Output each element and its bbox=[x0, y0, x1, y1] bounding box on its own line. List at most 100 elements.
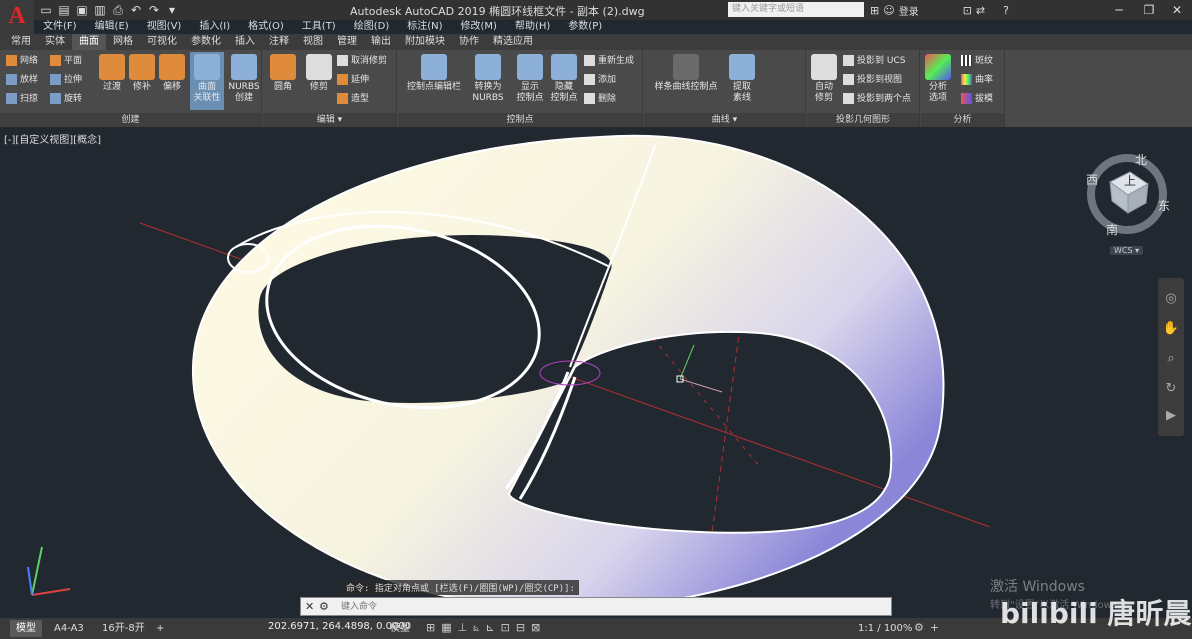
viewport-label[interactable]: [-][自定义视图][概念] bbox=[4, 131, 101, 146]
sweep-button[interactable]: 扫掠 bbox=[6, 92, 38, 106]
offset-button[interactable]: 偏移 bbox=[152, 52, 192, 93]
tab-output[interactable]: 输出 bbox=[364, 34, 398, 50]
tab-surface[interactable]: 曲面 bbox=[72, 34, 106, 50]
nurbs-create-button[interactable]: NURBS 创建 bbox=[224, 52, 264, 104]
viewcube-top-label[interactable]: 上 bbox=[1124, 172, 1136, 189]
tab-manage[interactable]: 管理 bbox=[330, 34, 364, 50]
viewcube-north-label[interactable]: 北 bbox=[1135, 151, 1147, 168]
drawing-viewport[interactable]: [-][自定义视图][概念] 上 北 南 东 西 WCS ▾ ◎ ✋ ⌕ ↻ ▶ bbox=[0, 127, 1192, 623]
add-cv-button[interactable]: 添加 bbox=[584, 73, 616, 87]
restore-button[interactable]: ❐ bbox=[1134, 0, 1164, 20]
curvature-button[interactable]: 曲率 bbox=[961, 73, 993, 87]
save-as-icon[interactable]: ▥ bbox=[92, 2, 108, 18]
project-to-view-button[interactable]: 投影到视图 bbox=[843, 73, 902, 87]
tab-parametric[interactable]: 参数化 bbox=[184, 34, 228, 50]
tab-addins[interactable]: 附加模块 bbox=[398, 34, 452, 50]
menu-parametric[interactable]: 参数(P) bbox=[559, 20, 611, 34]
user-icon[interactable]: ☺ bbox=[883, 4, 894, 17]
project-to-ucs-button[interactable]: 投影到 UCS bbox=[843, 54, 905, 68]
revolve-button[interactable]: 旋转 bbox=[50, 92, 82, 106]
binoculars-icon[interactable]: ⊞ bbox=[870, 4, 879, 17]
redo-icon[interactable]: ↷ bbox=[146, 2, 162, 18]
add-layout-button[interactable]: + bbox=[150, 620, 170, 637]
menu-view[interactable]: 视图(V) bbox=[138, 20, 191, 34]
tab-collaborate[interactable]: 协作 bbox=[452, 34, 486, 50]
rebuild-button[interactable]: 重新生成 bbox=[584, 54, 634, 68]
autocad-logo-icon[interactable]: A bbox=[0, 0, 34, 34]
sculpt-button[interactable]: 造型 bbox=[337, 92, 369, 106]
auto-trim-button[interactable]: 自动 修剪 bbox=[807, 52, 841, 104]
extend-button[interactable]: 延伸 bbox=[337, 73, 369, 87]
planar-button[interactable]: 平面 bbox=[50, 54, 82, 68]
command-input[interactable] bbox=[341, 599, 881, 614]
orbit-icon[interactable]: ↻ bbox=[1158, 374, 1184, 404]
zoom-icon[interactable]: ⌕ bbox=[1158, 344, 1184, 374]
menu-file[interactable]: 文件(F) bbox=[34, 20, 86, 34]
untrim-button[interactable]: 取消修剪 bbox=[337, 54, 387, 68]
spline-cv-button[interactable]: 样条曲线控制点 bbox=[648, 52, 724, 93]
tab-model[interactable]: 模型 bbox=[10, 620, 42, 637]
save-icon[interactable]: ▣ bbox=[74, 2, 90, 18]
viewcube-west-label[interactable]: 西 bbox=[1086, 171, 1098, 188]
help-icon[interactable]: ? bbox=[1003, 4, 1009, 17]
menu-help[interactable]: 帮助(H) bbox=[506, 20, 559, 34]
status-tools-icons[interactable]: ⚙+ bbox=[914, 621, 945, 634]
minimize-button[interactable]: ─ bbox=[1104, 0, 1134, 20]
model-canvas[interactable] bbox=[0, 127, 1192, 623]
viewcube-east-label[interactable]: 东 bbox=[1158, 197, 1170, 214]
open-file-icon[interactable]: ▤ bbox=[56, 2, 72, 18]
remove-cv-button[interactable]: 删除 bbox=[584, 92, 616, 106]
menu-dimension[interactable]: 标注(N) bbox=[398, 20, 451, 34]
close-command-icon[interactable]: ✕ bbox=[305, 600, 314, 613]
tab-visualize[interactable]: 可视化 bbox=[140, 34, 184, 50]
zebra-button[interactable]: 斑纹 bbox=[961, 54, 993, 68]
hide-cv-button[interactable]: 隐藏 控制点 bbox=[544, 52, 584, 104]
model-space-button[interactable]: 模型 bbox=[384, 620, 416, 637]
wcs-menu[interactable]: WCS ▾ bbox=[1110, 246, 1144, 255]
close-button[interactable]: ✕ bbox=[1162, 0, 1192, 20]
pan-icon[interactable]: ✋ bbox=[1158, 314, 1184, 344]
new-file-icon[interactable]: ▭ bbox=[38, 2, 54, 18]
loft-button[interactable]: 放样 bbox=[6, 73, 38, 87]
login-link[interactable]: 登录 bbox=[899, 3, 919, 18]
menu-insert[interactable]: 插入(I) bbox=[190, 20, 239, 34]
dropdown-icon[interactable]: ▾ bbox=[164, 2, 180, 18]
convert-to-nurbs-button[interactable]: 转换为 NURBS bbox=[468, 52, 508, 104]
tab-insert[interactable]: 插入 bbox=[228, 34, 262, 50]
cv-edit-bar-button[interactable]: 控制点编辑栏 bbox=[402, 52, 466, 93]
undo-icon[interactable]: ↶ bbox=[128, 2, 144, 18]
fillet-button[interactable]: 圆角 bbox=[263, 52, 303, 93]
tab-mesh[interactable]: 网格 bbox=[106, 34, 140, 50]
trim-button[interactable]: 修剪 bbox=[299, 52, 339, 93]
menu-tools[interactable]: 工具(T) bbox=[293, 20, 345, 34]
search-input[interactable]: 键入关键字或短语 bbox=[728, 2, 864, 17]
menu-modify[interactable]: 修改(M) bbox=[452, 20, 506, 34]
tab-layout-a4-a3[interactable]: A4-A3 bbox=[48, 620, 90, 637]
draft-button[interactable]: 拔模 bbox=[961, 92, 993, 106]
exchange-icon[interactable]: ⇄ bbox=[976, 4, 985, 17]
menu-format[interactable]: 格式(O) bbox=[239, 20, 293, 34]
wrench-icon[interactable]: ⚙ bbox=[319, 600, 329, 613]
viewcube-south-label[interactable]: 南 bbox=[1106, 221, 1118, 238]
showmotion-icon[interactable]: ▶ bbox=[1158, 404, 1184, 428]
tab-featured-apps[interactable]: 精选应用 bbox=[486, 34, 540, 50]
menu-edit[interactable]: 编辑(E) bbox=[86, 20, 138, 34]
cart-icon[interactable]: ⊡ bbox=[963, 4, 972, 17]
analysis-options-button[interactable]: 分析 选项 bbox=[921, 52, 955, 104]
extract-isoline-button[interactable]: 提取 素线 bbox=[722, 52, 762, 104]
annotation-scale[interactable]: 1:1 / 100% bbox=[852, 620, 918, 637]
tab-home[interactable]: 常用 bbox=[4, 34, 38, 50]
menu-draw[interactable]: 绘图(D) bbox=[345, 20, 399, 34]
steering-wheel-icon[interactable]: ◎ bbox=[1158, 284, 1184, 314]
tab-annotate[interactable]: 注释 bbox=[262, 34, 296, 50]
viewcube[interactable] bbox=[1087, 154, 1167, 234]
extrude-button[interactable]: 拉伸 bbox=[50, 73, 82, 87]
project-to-two-points-button[interactable]: 投影到两个点 bbox=[843, 92, 911, 106]
tab-view[interactable]: 视图 bbox=[296, 34, 330, 50]
tab-solid[interactable]: 实体 bbox=[38, 34, 72, 50]
tab-layout-16k-8k[interactable]: 16开-8开 bbox=[96, 620, 151, 637]
drafting-aids-icons[interactable]: ⊞▦⊥⦝⊾⊡⊟⊠ bbox=[426, 621, 546, 635]
plot-icon[interactable]: ⎙ bbox=[110, 2, 126, 18]
network-button[interactable]: 网络 bbox=[6, 54, 38, 68]
surface-associativity-button[interactable]: 曲面 关联性 bbox=[190, 52, 224, 110]
